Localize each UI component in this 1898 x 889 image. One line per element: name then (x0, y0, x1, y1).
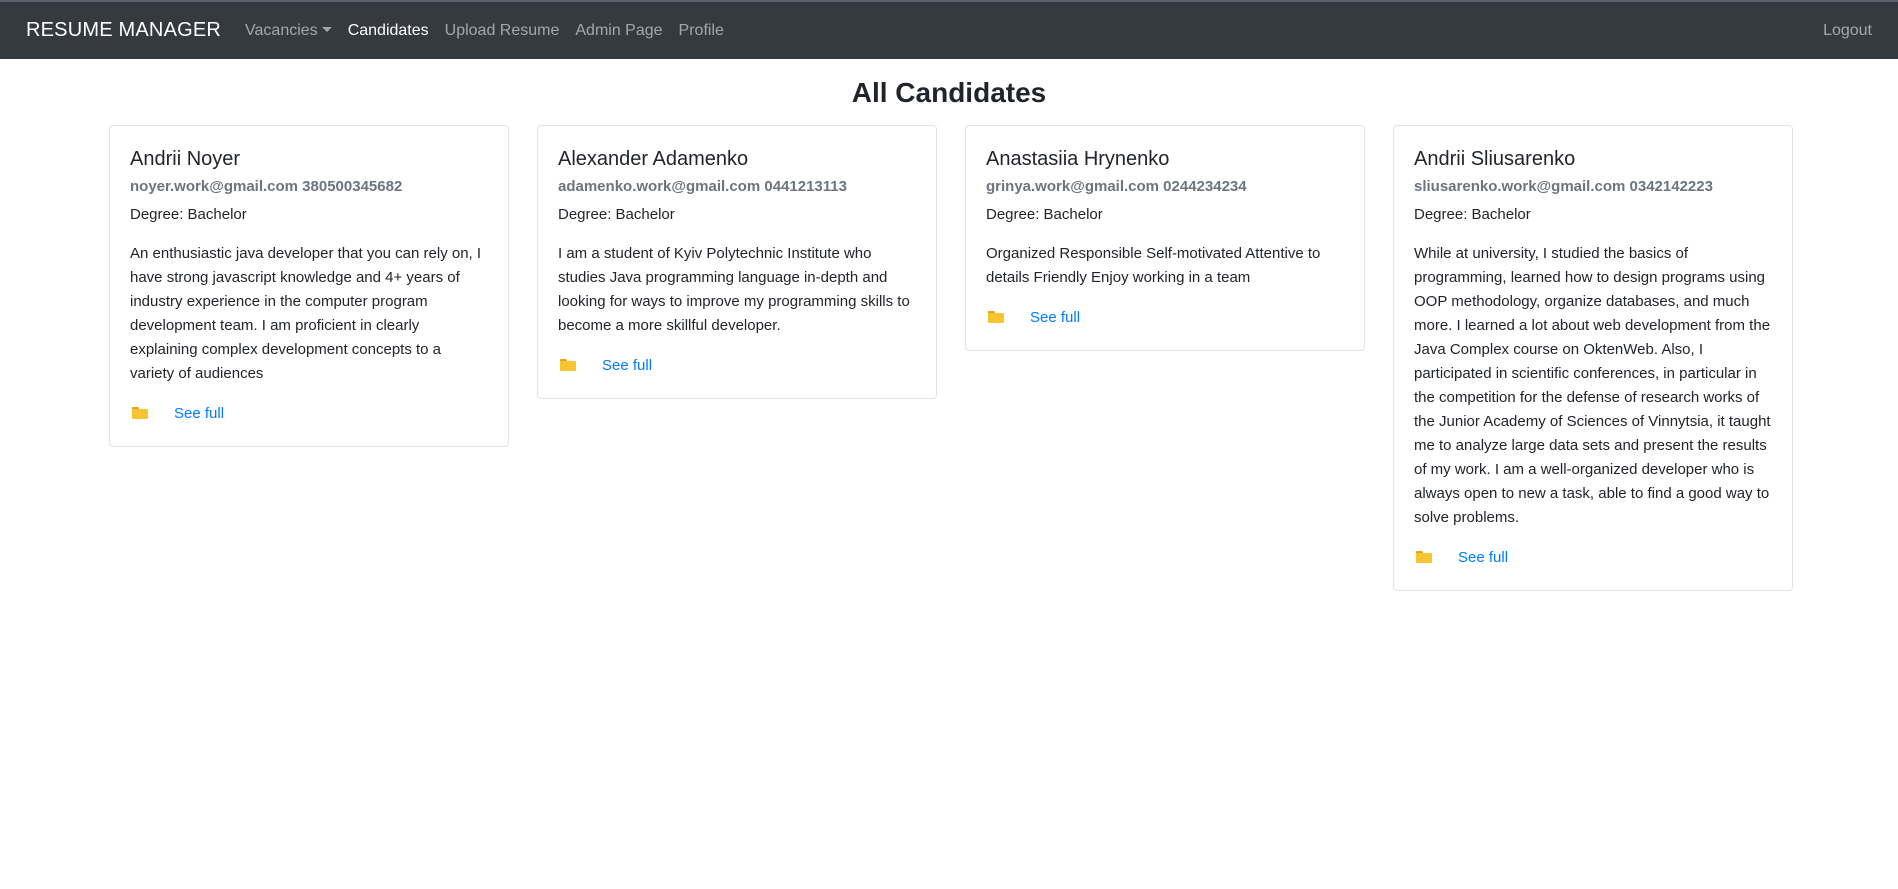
top-navbar: RESUME MANAGER Vacancies Candidates Uplo… (0, 0, 1898, 59)
see-full-link[interactable]: See full (602, 357, 652, 374)
caret-down-icon (321, 26, 332, 32)
candidate-contact: adamenko.work@gmail.com 0441213113 (558, 178, 847, 195)
nav-profile[interactable]: Profile (679, 22, 724, 40)
candidate-description: Organized Responsible Self-motivated Att… (986, 245, 1321, 286)
candidate-name: Anastasiia Hrynenko (986, 148, 1170, 170)
logout-link[interactable]: Logout (1823, 22, 1872, 40)
see-full-link[interactable]: See full (1458, 549, 1508, 566)
candidate-description: While at university, I studied the basic… (1414, 245, 1771, 526)
candidate-name: Andrii Noyer (130, 148, 241, 170)
nav-upload-resume[interactable]: Upload Resume (445, 22, 560, 40)
nav-vacancies-dropdown[interactable]: Vacancies (245, 22, 332, 40)
page-title: All Candidates (851, 77, 1047, 108)
folder-icon (560, 359, 576, 371)
candidate-name: Andrii Sliusarenko (1414, 148, 1576, 170)
brand-logo[interactable]: RESUME MANAGER (26, 19, 221, 42)
candidate-contact: sliusarenko.work@gmail.com 0342142223 (1414, 178, 1713, 195)
candidate-card: Andrii Sliusarenko sliusarenko.work@gmai… (1393, 125, 1793, 591)
candidate-contact: noyer.work@gmail.com 380500345682 (130, 178, 403, 195)
nav-admin-page[interactable]: Admin Page (575, 22, 662, 40)
nav-candidates[interactable]: Candidates (348, 22, 429, 40)
candidate-description: I am a student of Kyiv Polytechnic Insti… (558, 245, 910, 334)
candidate-card: Andrii Noyer noyer.work@gmail.com 380500… (109, 125, 509, 447)
candidate-degree: Degree: Bachelor (986, 206, 1103, 223)
folder-icon (132, 407, 148, 419)
candidate-description: An enthusiastic java developer that you … (130, 245, 482, 382)
see-full-link[interactable]: See full (174, 405, 224, 422)
nav-vacancies-label: Vacancies (245, 21, 318, 39)
card-footer: See full (986, 304, 1344, 330)
candidate-card: Alexander Adamenko adamenko.work@gmail.c… (537, 125, 937, 399)
card-footer: See full (130, 400, 488, 426)
folder-icon (1416, 551, 1432, 563)
candidate-contact: grinya.work@gmail.com 0244234234 (986, 178, 1247, 195)
candidate-degree: Degree: Bachelor (558, 206, 675, 223)
see-full-link[interactable]: See full (1030, 309, 1080, 326)
card-footer: See full (1414, 544, 1772, 570)
candidate-degree: Degree: Bachelor (130, 206, 247, 223)
candidate-degree: Degree: Bachelor (1414, 206, 1531, 223)
card-footer: See full (558, 352, 916, 378)
candidate-name: Alexander Adamenko (558, 148, 749, 170)
folder-icon (988, 311, 1004, 323)
candidate-card: Anastasiia Hrynenko grinya.work@gmail.co… (965, 125, 1365, 351)
